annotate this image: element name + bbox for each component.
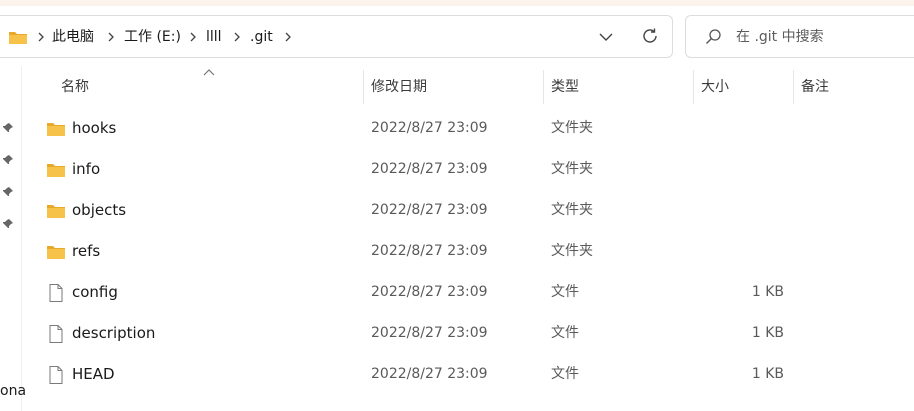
file-date: 2022/8/27 23:09 [371, 120, 488, 136]
file-size [682, 200, 784, 220]
breadcrumb-drive-e[interactable]: 工作 (E:) [124, 27, 181, 47]
breadcrumb-this-pc[interactable]: 此电脑 [52, 27, 94, 47]
file-row[interactable]: info 2022/8/27 23:09 文件夹 [22, 149, 914, 190]
file-type: 文件夹 [551, 120, 593, 136]
chevron-right-icon[interactable] [232, 30, 242, 44]
breadcrumb-git[interactable]: .git [250, 27, 273, 47]
file-row[interactable]: HEAD 2022/8/27 23:09 文件 1 KB [22, 354, 914, 395]
file-size: 1 KB [751, 325, 784, 341]
file-row[interactable]: refs 2022/8/27 23:09 文件夹 [22, 231, 914, 272]
chevron-right-icon[interactable] [106, 30, 116, 44]
file-name[interactable]: refs [72, 241, 100, 261]
file-row[interactable]: config 2022/8/27 23:09 文件 1 KB [22, 272, 914, 313]
file-row[interactable]: description 2022/8/27 23:09 文件 1 KB [22, 313, 914, 354]
file-row[interactable]: hooks 2022/8/27 23:09 文件夹 [22, 108, 914, 149]
file-size: 1 KB [751, 284, 784, 300]
file-name[interactable]: info [72, 159, 100, 179]
column-divider[interactable] [793, 70, 794, 104]
file-type: 文件 [551, 284, 579, 300]
pin-icon[interactable] [2, 218, 14, 230]
file-size [682, 159, 784, 179]
file-name[interactable]: hooks [72, 118, 116, 138]
column-header-name[interactable]: 名称 [61, 77, 89, 97]
column-header-type[interactable]: 类型 [551, 77, 579, 97]
chevron-right-icon[interactable] [36, 30, 46, 44]
folder-icon [47, 164, 65, 177]
folder-icon [9, 32, 27, 44]
file-icon [49, 325, 63, 343]
column-header-note[interactable]: 备注 [801, 77, 829, 97]
file-row[interactable]: objects 2022/8/27 23:09 文件夹 [22, 190, 914, 231]
file-name[interactable]: HEAD [72, 364, 115, 384]
file-date: 2022/8/27 23:09 [371, 161, 488, 177]
column-divider[interactable] [363, 70, 364, 104]
file-date: 2022/8/27 23:09 [371, 366, 488, 382]
file-size: 1 KB [751, 366, 784, 382]
file-type: 文件夹 [551, 161, 593, 177]
search-input[interactable]: 在 .git 中搜索 [736, 27, 824, 47]
file-type: 文件 [551, 366, 579, 382]
file-date: 2022/8/27 23:09 [371, 284, 488, 300]
search-box[interactable]: 在 .git 中搜索 [685, 15, 914, 58]
file-name[interactable]: objects [72, 200, 126, 220]
folder-icon [47, 123, 65, 136]
address-bar[interactable]: 此电脑 工作 (E:) llll .git [0, 15, 673, 58]
search-icon [706, 29, 721, 44]
file-icon [49, 284, 63, 302]
refresh-icon[interactable] [639, 25, 661, 47]
file-date: 2022/8/27 23:09 [371, 243, 488, 259]
title-strip [0, 0, 914, 6]
chevron-right-icon[interactable] [188, 30, 198, 44]
file-name[interactable]: description [72, 323, 155, 343]
sort-ascending-icon [203, 69, 215, 76]
file-size [682, 118, 784, 138]
column-header-date[interactable]: 修改日期 [371, 77, 427, 97]
column-header-size[interactable]: 大小 [701, 77, 729, 97]
column-divider[interactable] [693, 70, 694, 104]
navigation-pane [0, 66, 22, 411]
folder-icon [47, 205, 65, 218]
pin-icon[interactable] [2, 154, 14, 166]
chevron-down-icon[interactable] [598, 30, 614, 44]
file-type: 文件夹 [551, 202, 593, 218]
file-icon [49, 366, 63, 384]
pin-icon[interactable] [2, 122, 14, 134]
file-type: 文件 [551, 325, 579, 341]
pin-icon[interactable] [2, 186, 14, 198]
breadcrumb-llll[interactable]: llll [206, 27, 222, 47]
file-date: 2022/8/27 23:09 [371, 202, 488, 218]
column-divider[interactable] [543, 70, 544, 104]
file-date: 2022/8/27 23:09 [371, 325, 488, 341]
folder-icon [47, 246, 65, 259]
file-size [682, 241, 784, 261]
file-type: 文件夹 [551, 243, 593, 259]
chevron-right-icon[interactable] [283, 30, 293, 44]
file-name[interactable]: config [72, 282, 118, 302]
